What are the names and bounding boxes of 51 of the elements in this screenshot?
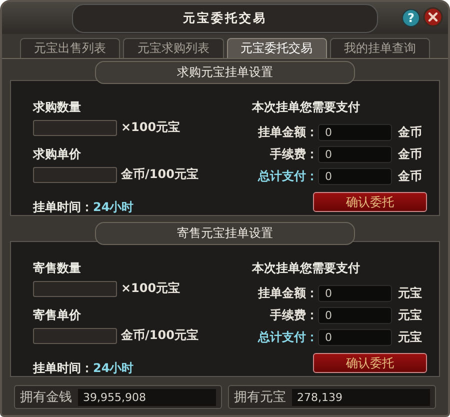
field-label: 求购单价	[33, 146, 82, 163]
amount-field: 0	[318, 328, 392, 346]
unit-label: ×100元宝	[121, 280, 180, 297]
amount-field: 0	[318, 168, 392, 184]
payment-heading: 本次挂单您需要支付	[252, 260, 360, 277]
time-label: 挂单时间：	[33, 200, 93, 214]
balance-value: 39,955,908	[78, 388, 216, 406]
amount-field: 0	[318, 284, 392, 302]
time-value: 24小时	[93, 361, 134, 375]
payment-label: 总计支付：	[256, 328, 318, 346]
tab[interactable]: 元宝出售列表	[20, 38, 120, 58]
input-field[interactable]	[33, 328, 117, 344]
unit-label: 元宝	[398, 328, 422, 346]
payment-label: 挂单金额：	[256, 124, 318, 140]
unit-label: 金币/100元宝	[121, 327, 198, 344]
unit-label: 金币	[398, 146, 422, 162]
time-value: 24小时	[93, 200, 134, 214]
input-field[interactable]	[33, 166, 117, 182]
unit-label: 金币	[398, 168, 422, 184]
field-label: 寄售单价	[33, 307, 82, 324]
confirm-button[interactable]: 确认委托	[313, 192, 427, 212]
help-button[interactable]: ?	[402, 9, 420, 27]
field-label: 求购数量	[33, 99, 82, 116]
unit-label: 金币/100元宝	[121, 166, 198, 183]
amount-field: 0	[318, 146, 392, 162]
unit-label: 金币	[398, 124, 422, 140]
payment-heading: 本次挂单您需要支付	[252, 99, 360, 116]
balance-label: 拥有元宝	[234, 389, 286, 406]
payment-label: 挂单金额：	[256, 284, 318, 302]
section-title: 寄售元宝挂单设置	[95, 222, 355, 245]
amount-field: 0	[318, 124, 392, 140]
balance-value: 278,139	[292, 388, 430, 406]
window-title: 元宝委托交易	[72, 4, 378, 32]
section-title: 求购元宝挂单设置	[95, 61, 355, 84]
balance-label: 拥有金钱	[20, 389, 72, 406]
confirm-button[interactable]: 确认委托	[313, 353, 427, 373]
tab[interactable]: 我的挂单查询	[330, 38, 430, 58]
tab[interactable]: 元宝求购列表	[123, 38, 224, 58]
payment-label: 总计支付：	[256, 168, 318, 184]
payment-label: 手续费：	[269, 306, 318, 324]
time-label: 挂单时间：	[33, 361, 93, 375]
tab[interactable]: 元宝委托交易	[226, 38, 327, 58]
field-label: 寄售数量	[33, 260, 82, 277]
unit-label: 元宝	[398, 306, 422, 324]
payment-label: 手续费：	[269, 146, 318, 162]
close-icon[interactable]	[423, 7, 443, 27]
unit-label: 元宝	[398, 284, 422, 302]
input-field[interactable]	[33, 280, 117, 296]
input-field[interactable]	[33, 120, 117, 136]
amount-field: 0	[318, 306, 392, 324]
unit-label: ×100元宝	[121, 119, 180, 136]
